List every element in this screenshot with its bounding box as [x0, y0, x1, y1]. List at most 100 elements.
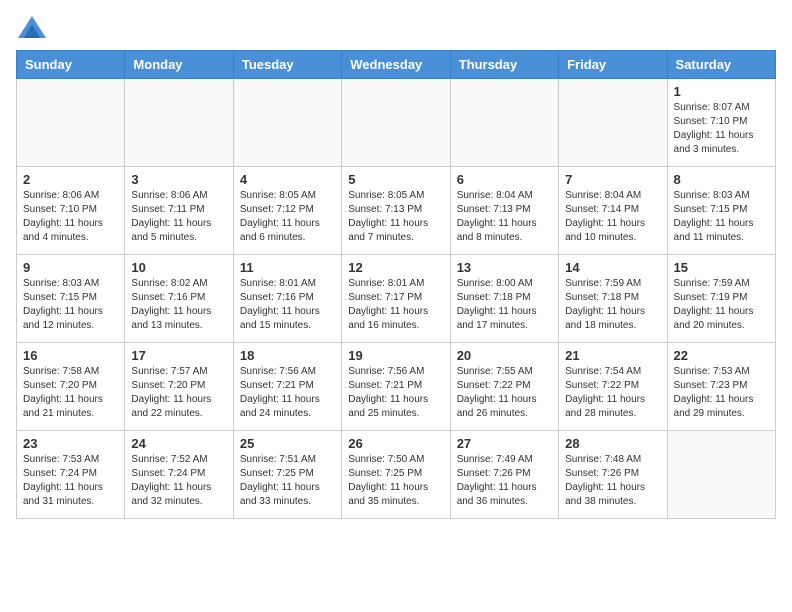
- day-number: 25: [240, 436, 335, 451]
- day-info: Sunrise: 7:50 AM Sunset: 7:25 PM Dayligh…: [348, 453, 443, 509]
- day-info: Sunrise: 7:51 AM Sunset: 7:25 PM Dayligh…: [240, 453, 335, 509]
- day-info: Sunrise: 8:03 AM Sunset: 7:15 PM Dayligh…: [674, 189, 769, 245]
- day-info: Sunrise: 7:55 AM Sunset: 7:22 PM Dayligh…: [457, 365, 552, 421]
- calendar-cell: 27 Sunrise: 7:49 AM Sunset: 7:26 PM Dayli…: [450, 431, 558, 519]
- calendar-cell: 20 Sunrise: 7:55 AM Sunset: 7:22 PM Dayli…: [450, 343, 558, 431]
- day-info: Sunrise: 8:03 AM Sunset: 7:15 PM Dayligh…: [23, 277, 118, 333]
- header-day-tuesday: Tuesday: [233, 51, 341, 79]
- calendar-cell: [17, 79, 125, 167]
- calendar-week-4: 23 Sunrise: 7:53 AM Sunset: 7:24 PM Dayli…: [17, 431, 776, 519]
- day-number: 5: [348, 172, 443, 187]
- calendar-cell: 7Sunrise: 8:04 AM Sunset: 7:14 PM Daylig…: [559, 167, 667, 255]
- calendar-cell: 22 Sunrise: 7:53 AM Sunset: 7:23 PM Dayli…: [667, 343, 775, 431]
- calendar-cell: 10 Sunrise: 8:02 AM Sunset: 7:16 PM Dayli…: [125, 255, 233, 343]
- calendar-cell: 23 Sunrise: 7:53 AM Sunset: 7:24 PM Dayli…: [17, 431, 125, 519]
- calendar-cell: 1 Sunrise: 8:07 AM Sunset: 7:10 PM Daylig…: [667, 79, 775, 167]
- day-number: 4: [240, 172, 335, 187]
- calendar-body: 1 Sunrise: 8:07 AM Sunset: 7:10 PM Daylig…: [17, 79, 776, 519]
- calendar-cell: 18 Sunrise: 7:56 AM Sunset: 7:21 PM Dayli…: [233, 343, 341, 431]
- day-number: 22: [674, 348, 769, 363]
- calendar-cell: 3 Sunrise: 8:06 AM Sunset: 7:11 PM Daylig…: [125, 167, 233, 255]
- day-info: Sunrise: 7:49 AM Sunset: 7:26 PM Dayligh…: [457, 453, 552, 509]
- calendar-cell: 9Sunrise: 8:03 AM Sunset: 7:15 PM Daylig…: [17, 255, 125, 343]
- day-number: 12: [348, 260, 443, 275]
- header-day-thursday: Thursday: [450, 51, 558, 79]
- calendar-cell: 15 Sunrise: 7:59 AM Sunset: 7:19 PM Dayli…: [667, 255, 775, 343]
- day-info: Sunrise: 8:05 AM Sunset: 7:13 PM Dayligh…: [348, 189, 443, 245]
- day-number: 2: [23, 172, 118, 187]
- calendar-cell: 13 Sunrise: 8:00 AM Sunset: 7:18 PM Dayli…: [450, 255, 558, 343]
- calendar-cell: [125, 79, 233, 167]
- day-info: Sunrise: 7:48 AM Sunset: 7:26 PM Dayligh…: [565, 453, 660, 509]
- calendar-table: SundayMondayTuesdayWednesdayThursdayFrid…: [16, 50, 776, 519]
- day-number: 1: [674, 84, 769, 99]
- day-info: Sunrise: 7:56 AM Sunset: 7:21 PM Dayligh…: [348, 365, 443, 421]
- page-header: [16, 16, 776, 38]
- calendar-cell: 17 Sunrise: 7:57 AM Sunset: 7:20 PM Dayli…: [125, 343, 233, 431]
- logo-icon: [18, 16, 46, 38]
- header-day-wednesday: Wednesday: [342, 51, 450, 79]
- calendar-week-2: 9Sunrise: 8:03 AM Sunset: 7:15 PM Daylig…: [17, 255, 776, 343]
- day-number: 8: [674, 172, 769, 187]
- calendar-cell: [667, 431, 775, 519]
- day-info: Sunrise: 7:52 AM Sunset: 7:24 PM Dayligh…: [131, 453, 226, 509]
- calendar-cell: 21 Sunrise: 7:54 AM Sunset: 7:22 PM Dayli…: [559, 343, 667, 431]
- calendar-cell: [342, 79, 450, 167]
- day-number: 3: [131, 172, 226, 187]
- calendar-header: SundayMondayTuesdayWednesdayThursdayFrid…: [17, 51, 776, 79]
- day-number: 28: [565, 436, 660, 451]
- day-info: Sunrise: 7:53 AM Sunset: 7:23 PM Dayligh…: [674, 365, 769, 421]
- day-number: 20: [457, 348, 552, 363]
- day-number: 21: [565, 348, 660, 363]
- day-info: Sunrise: 8:06 AM Sunset: 7:11 PM Dayligh…: [131, 189, 226, 245]
- day-info: Sunrise: 7:59 AM Sunset: 7:19 PM Dayligh…: [674, 277, 769, 333]
- day-number: 10: [131, 260, 226, 275]
- day-info: Sunrise: 8:05 AM Sunset: 7:12 PM Dayligh…: [240, 189, 335, 245]
- day-number: 15: [674, 260, 769, 275]
- calendar-cell: [559, 79, 667, 167]
- calendar-cell: 12Sunrise: 8:01 AM Sunset: 7:17 PM Dayli…: [342, 255, 450, 343]
- calendar-cell: [450, 79, 558, 167]
- calendar-cell: 26 Sunrise: 7:50 AM Sunset: 7:25 PM Dayli…: [342, 431, 450, 519]
- day-number: 19: [348, 348, 443, 363]
- calendar-cell: 14Sunrise: 7:59 AM Sunset: 7:18 PM Dayli…: [559, 255, 667, 343]
- day-number: 6: [457, 172, 552, 187]
- calendar-cell: 16 Sunrise: 7:58 AM Sunset: 7:20 PM Dayli…: [17, 343, 125, 431]
- day-number: 18: [240, 348, 335, 363]
- logo: [16, 16, 46, 38]
- day-info: Sunrise: 7:56 AM Sunset: 7:21 PM Dayligh…: [240, 365, 335, 421]
- day-info: Sunrise: 8:06 AM Sunset: 7:10 PM Dayligh…: [23, 189, 118, 245]
- calendar-cell: [233, 79, 341, 167]
- day-number: 7: [565, 172, 660, 187]
- day-number: 24: [131, 436, 226, 451]
- header-day-monday: Monday: [125, 51, 233, 79]
- calendar-cell: 25 Sunrise: 7:51 AM Sunset: 7:25 PM Dayli…: [233, 431, 341, 519]
- day-info: Sunrise: 7:53 AM Sunset: 7:24 PM Dayligh…: [23, 453, 118, 509]
- day-info: Sunrise: 7:57 AM Sunset: 7:20 PM Dayligh…: [131, 365, 226, 421]
- header-day-friday: Friday: [559, 51, 667, 79]
- day-info: Sunrise: 8:00 AM Sunset: 7:18 PM Dayligh…: [457, 277, 552, 333]
- header-day-saturday: Saturday: [667, 51, 775, 79]
- calendar-cell: 4 Sunrise: 8:05 AM Sunset: 7:12 PM Daylig…: [233, 167, 341, 255]
- calendar-cell: 19 Sunrise: 7:56 AM Sunset: 7:21 PM Dayli…: [342, 343, 450, 431]
- day-number: 26: [348, 436, 443, 451]
- day-info: Sunrise: 8:07 AM Sunset: 7:10 PM Dayligh…: [674, 101, 769, 157]
- day-info: Sunrise: 7:54 AM Sunset: 7:22 PM Dayligh…: [565, 365, 660, 421]
- day-number: 13: [457, 260, 552, 275]
- day-info: Sunrise: 8:04 AM Sunset: 7:13 PM Dayligh…: [457, 189, 552, 245]
- calendar-cell: 11Sunrise: 8:01 AM Sunset: 7:16 PM Dayli…: [233, 255, 341, 343]
- calendar-cell: 2 Sunrise: 8:06 AM Sunset: 7:10 PM Daylig…: [17, 167, 125, 255]
- day-number: 17: [131, 348, 226, 363]
- day-number: 11: [240, 260, 335, 275]
- calendar-cell: 24 Sunrise: 7:52 AM Sunset: 7:24 PM Dayli…: [125, 431, 233, 519]
- day-number: 23: [23, 436, 118, 451]
- day-number: 16: [23, 348, 118, 363]
- day-info: Sunrise: 8:02 AM Sunset: 7:16 PM Dayligh…: [131, 277, 226, 333]
- calendar-cell: 28 Sunrise: 7:48 AM Sunset: 7:26 PM Dayli…: [559, 431, 667, 519]
- calendar-week-1: 2 Sunrise: 8:06 AM Sunset: 7:10 PM Daylig…: [17, 167, 776, 255]
- calendar-cell: 6 Sunrise: 8:04 AM Sunset: 7:13 PM Daylig…: [450, 167, 558, 255]
- header-row: SundayMondayTuesdayWednesdayThursdayFrid…: [17, 51, 776, 79]
- day-info: Sunrise: 7:58 AM Sunset: 7:20 PM Dayligh…: [23, 365, 118, 421]
- day-number: 27: [457, 436, 552, 451]
- day-number: 14: [565, 260, 660, 275]
